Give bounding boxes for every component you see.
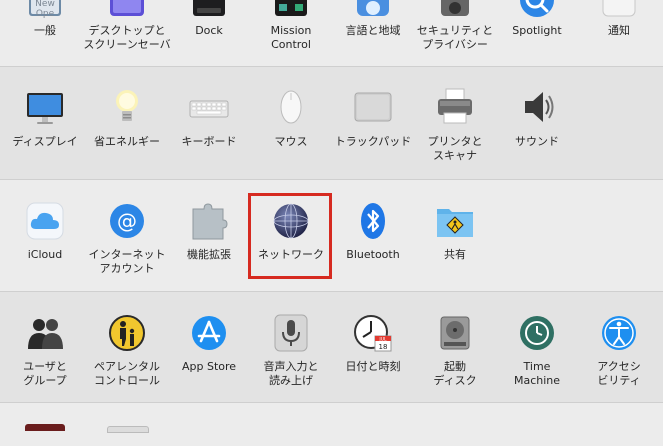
- pref-printers-scanners[interactable]: プリンタと スキャナ: [414, 87, 496, 167]
- general-icon-open: Ope: [36, 9, 55, 19]
- pref-dictation-speech[interactable]: 音声入力と 読み上げ: [250, 313, 332, 393]
- app-store-icon: [192, 316, 226, 350]
- pref-label: サウンド: [515, 135, 559, 148]
- pref-startup-disk[interactable]: 起動 ディスク: [414, 313, 496, 393]
- pref-sound[interactable]: サウンド: [496, 87, 578, 167]
- pref-label: トラックパッド: [334, 135, 412, 148]
- pref-label: App Store: [181, 360, 237, 373]
- pref-extensions[interactable]: 機能拡張: [168, 201, 250, 281]
- display-icon: [27, 93, 63, 124]
- pref-label: インターネット アカウント: [88, 248, 166, 275]
- app-icon: [107, 426, 149, 433]
- language-region-icon: [357, 0, 389, 16]
- calendar-day: 18: [379, 343, 388, 351]
- pref-label: 日付と時刻: [345, 360, 401, 373]
- pref-row5-item[interactable]: [4, 424, 86, 444]
- pref-energy-saver[interactable]: 省エネルギー: [86, 87, 168, 167]
- pref-label: Bluetooth: [346, 248, 400, 261]
- network-highlight-box: [248, 193, 332, 279]
- startup-disk-icon: [440, 316, 470, 350]
- time-machine-icon: [520, 316, 554, 350]
- pref-label: 起動 ディスク: [433, 360, 477, 387]
- pref-trackpad[interactable]: トラックパッド: [332, 87, 414, 167]
- pref-accessibility[interactable]: アクセシ ビリティ: [578, 313, 660, 393]
- spotlight-icon: [520, 0, 554, 17]
- accessibility-icon: [602, 316, 636, 350]
- pref-dock[interactable]: Dock: [168, 0, 250, 60]
- pref-users-groups[interactable]: ユーザと グループ: [4, 313, 86, 393]
- speaker-icon: [525, 92, 554, 122]
- pref-security-privacy[interactable]: セキュリティと プライバシー: [414, 0, 496, 60]
- pref-label: 省エネルギー: [94, 135, 160, 148]
- pref-label: 通知: [608, 24, 630, 37]
- mission-control-icon: [275, 0, 307, 16]
- trackpad-icon: [354, 92, 392, 122]
- pref-icloud[interactable]: iCloud: [4, 201, 86, 281]
- general-icon-new: New: [35, 0, 55, 9]
- pref-keyboard[interactable]: キーボード: [168, 87, 250, 167]
- pref-label: Spotlight: [512, 24, 562, 37]
- users-groups-icon: [28, 319, 63, 349]
- printer-icon: [438, 88, 472, 124]
- pref-label: キーボード: [181, 135, 237, 148]
- pref-app-store[interactable]: App Store: [168, 313, 250, 393]
- pref-internet-accounts[interactable]: @ インターネット アカウント: [86, 201, 168, 281]
- pref-mission-control[interactable]: Mission Control: [250, 0, 332, 60]
- desktop-screensaver-icon: [110, 0, 144, 16]
- pref-spotlight[interactable]: Spotlight: [496, 0, 578, 60]
- pref-notifications[interactable]: 通知: [578, 0, 660, 60]
- calendar-month: JUL: [378, 337, 387, 343]
- bluetooth-icon: [361, 203, 385, 239]
- pref-desktop-screensaver[interactable]: デスクトップと スクリーンセーバ: [83, 0, 171, 60]
- pref-label: Time Machine: [513, 360, 561, 387]
- security-privacy-icon: [441, 0, 469, 16]
- pref-displays[interactable]: ディスプレイ: [4, 87, 86, 167]
- pref-language-region[interactable]: 言語と地域: [332, 0, 414, 60]
- pref-label: 音声入力と 読み上げ: [263, 360, 319, 387]
- dock-icon: [193, 0, 225, 16]
- sharing-folder-icon: [437, 209, 473, 237]
- pref-label: ユーザと グループ: [23, 360, 67, 387]
- pref-label: iCloud: [27, 248, 63, 261]
- pref-parental-controls[interactable]: ペアレンタル コントロール: [86, 313, 168, 393]
- pref-label: ペアレンタル コントロール: [94, 360, 160, 387]
- pref-label: ディスプレイ: [12, 135, 78, 148]
- extensions-icon: [192, 203, 228, 240]
- pref-label: プリンタと スキャナ: [427, 135, 483, 162]
- pref-time-machine[interactable]: Time Machine: [496, 313, 578, 393]
- general-icon: New Ope: [29, 0, 61, 19]
- pref-label: Mission Control: [270, 24, 312, 51]
- energy-saver-icon: [116, 90, 138, 121]
- pref-label: 共有: [444, 248, 466, 261]
- icloud-icon: [26, 202, 64, 240]
- notifications-icon: [602, 0, 636, 17]
- clock-calendar-icon: JUL 18: [354, 315, 392, 352]
- pref-mouse[interactable]: マウス: [250, 87, 332, 167]
- pref-label: Dock: [195, 24, 223, 37]
- parental-controls-icon: [109, 315, 145, 351]
- pref-label: 一般: [34, 24, 56, 37]
- mouse-icon: [280, 90, 302, 124]
- pref-row5-item[interactable]: [86, 426, 168, 446]
- pref-label: 言語と地域: [345, 24, 401, 37]
- internet-accounts-icon: @: [110, 204, 144, 238]
- svg-text:@: @: [117, 209, 137, 233]
- pref-label: 機能拡張: [187, 248, 231, 261]
- pref-bluetooth[interactable]: Bluetooth: [332, 201, 414, 281]
- pref-general[interactable]: New Ope 一般: [4, 0, 86, 60]
- pref-sharing[interactable]: 共有: [414, 201, 496, 281]
- pref-label: アクセシ ビリティ: [597, 360, 641, 387]
- keyboard-icon: [189, 100, 229, 118]
- pref-label: デスクトップと スクリーンセーバ: [83, 24, 171, 51]
- app-icon: [25, 424, 65, 431]
- pref-date-time[interactable]: JUL 18 日付と時刻: [332, 313, 414, 393]
- pref-label: マウス: [274, 135, 308, 148]
- pref-label: セキュリティと プライバシー: [416, 24, 494, 51]
- microphone-icon: [274, 314, 308, 352]
